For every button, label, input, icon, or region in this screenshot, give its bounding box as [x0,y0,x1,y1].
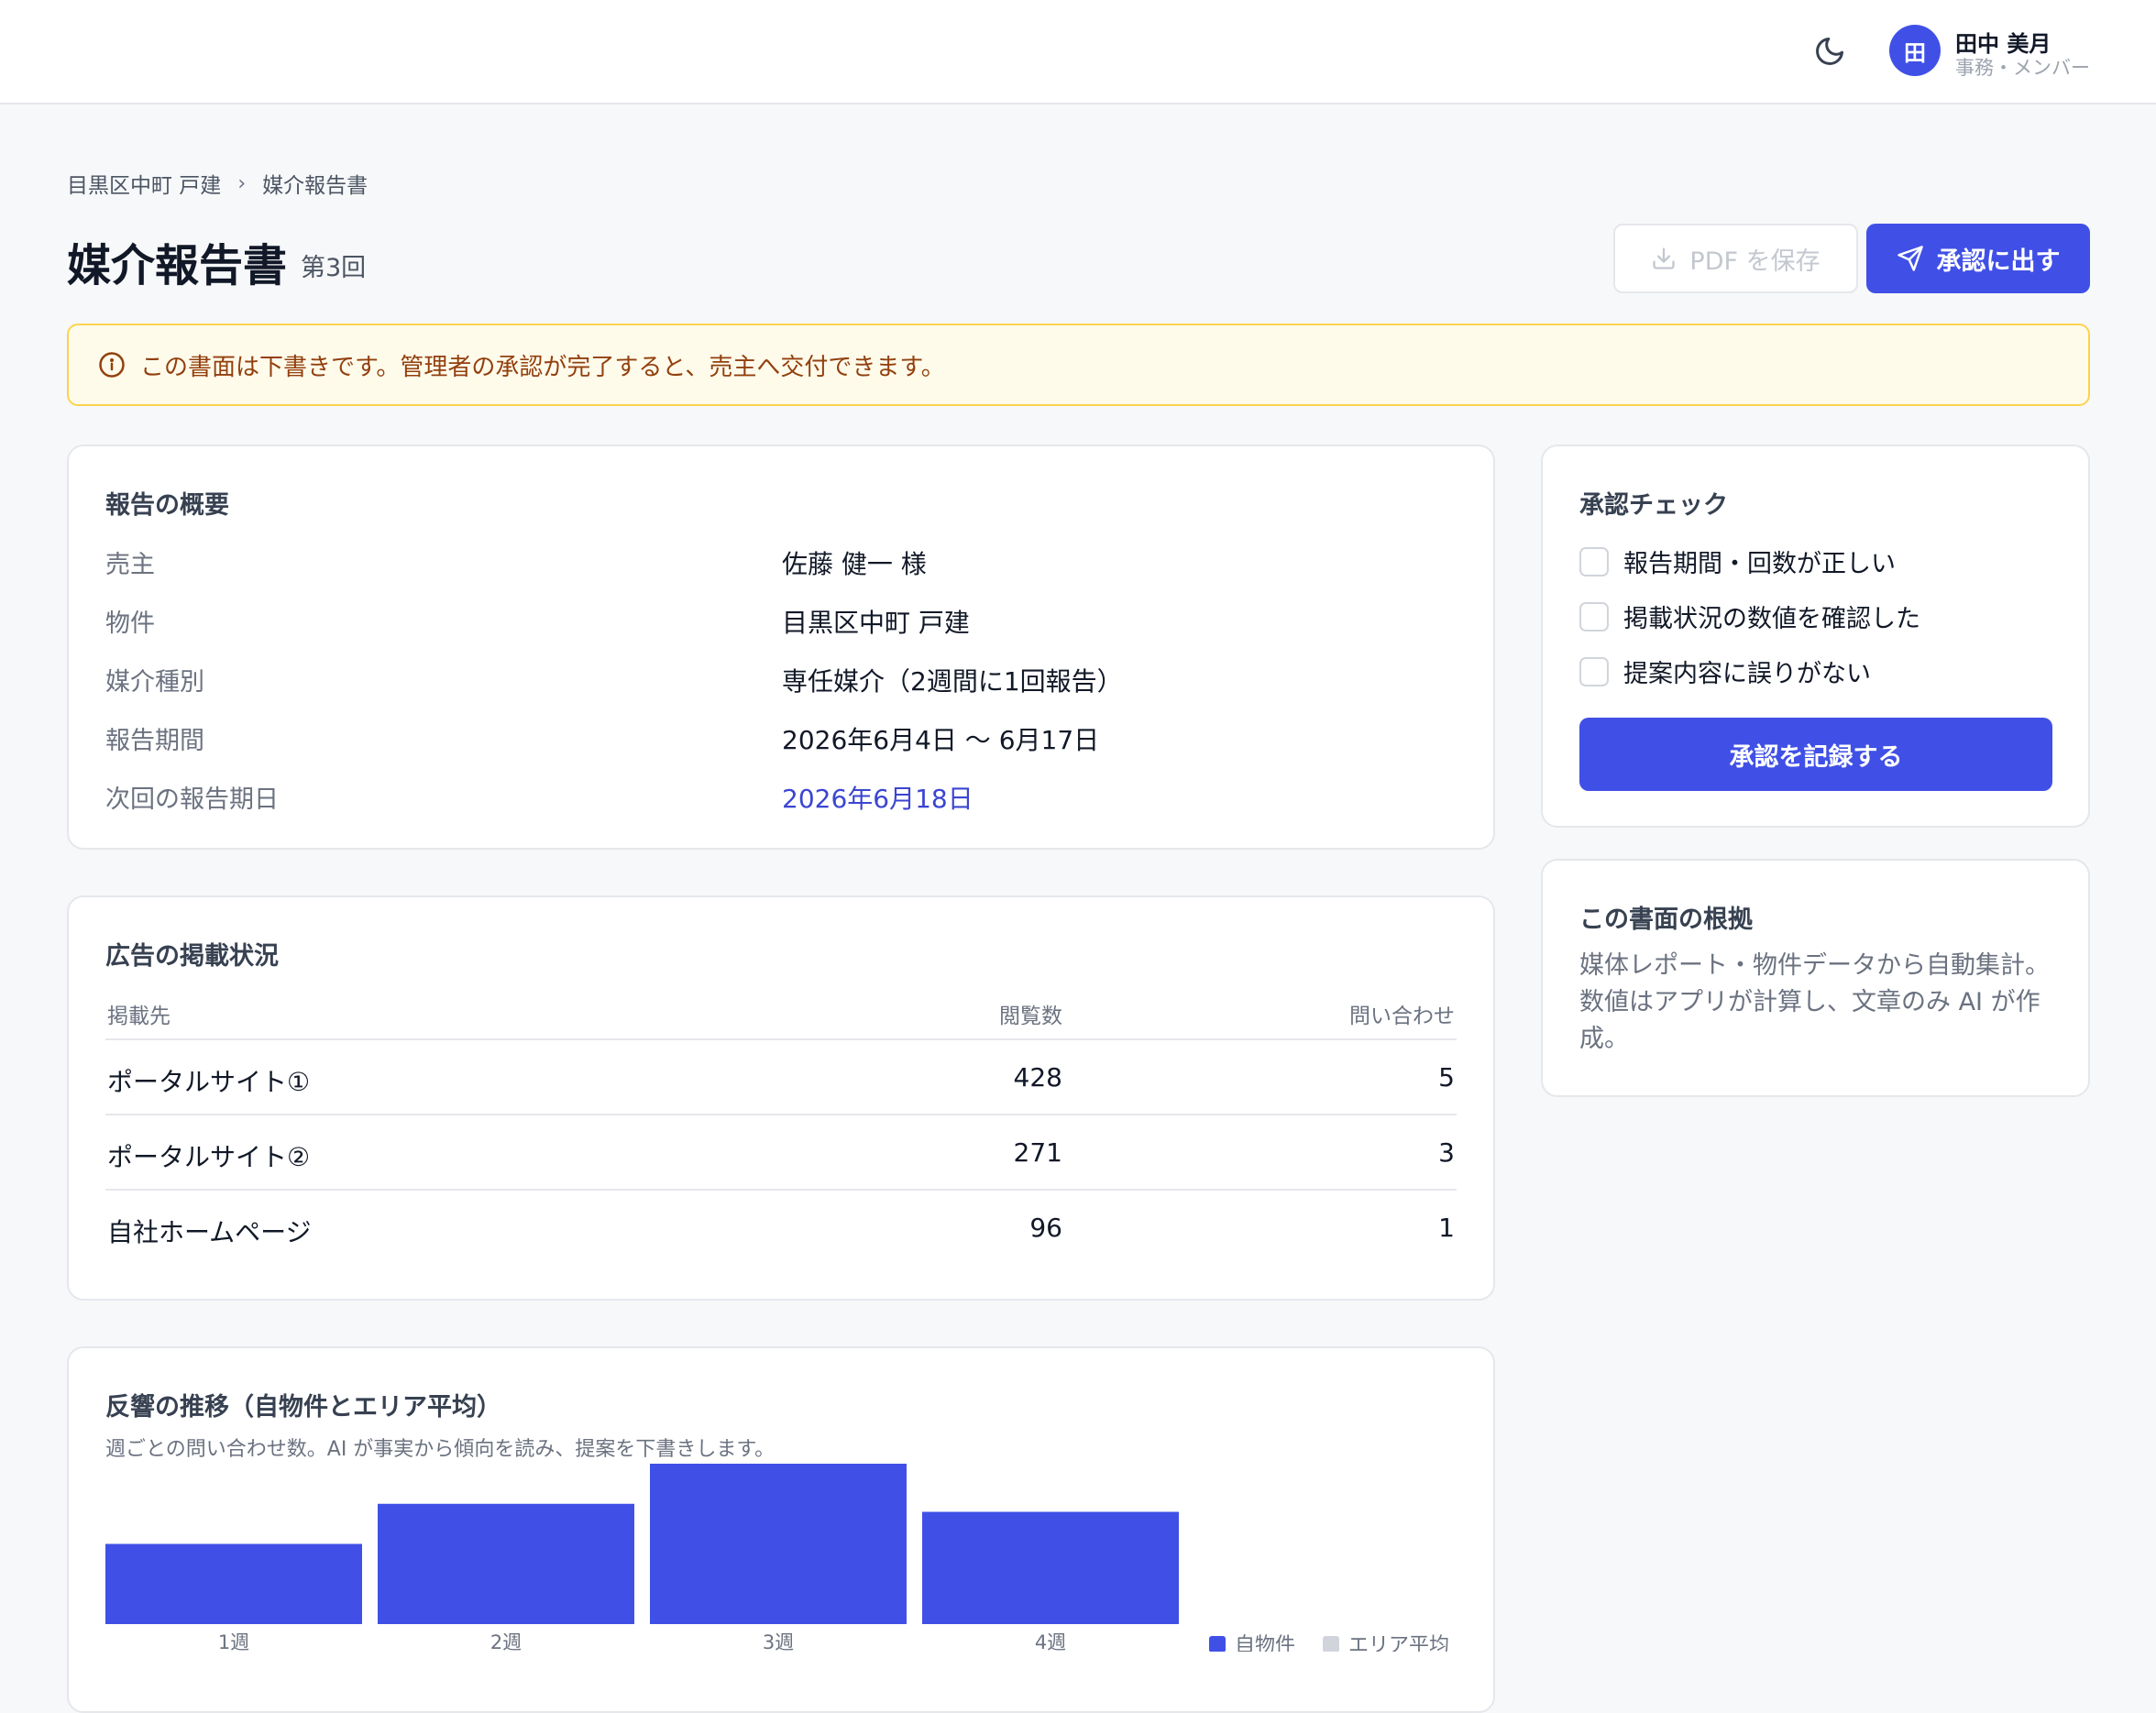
ads-header-views: 閲覧数 [999,1005,1062,1028]
user-role: 事務・メンバー [1955,57,2090,79]
chart-bar [650,1464,907,1624]
summary-label-seller: 売主 [105,551,155,579]
summary-label-contract-type: 媒介種別 [105,668,204,697]
check-label: 報告期間・回数が正しい [1623,550,1896,578]
summary-value-seller: 佐藤 健一 様 [782,549,927,579]
check-item-figures[interactable]: 掲載状況の数値を確認した [1579,598,1920,634]
ads-site: ポータルサイト① [107,1067,311,1097]
record-approval-button[interactable]: 承認を記録する [1579,718,2052,791]
breadcrumb-item-current: 媒介報告書 [262,174,368,198]
summary-label-period: 報告期間 [105,727,204,755]
ads-inquiries: 1 [1438,1213,1455,1243]
checkbox[interactable] [1579,546,1609,576]
chevron-right-icon: › [237,171,247,195]
save-pdf-label: PDF を保存 [1689,247,1820,276]
checkbox[interactable] [1579,601,1609,631]
ads-views: 428 [1013,1062,1062,1093]
summary-value-property: 目黒区中町 戸建 [782,608,970,638]
table-row: 自社ホームページ 96 1 [105,1189,1457,1264]
summary-card: 報告の概要 売主 佐藤 健一 様 物件 目黒区中町 戸建 媒介種別 専任媒介（2… [67,445,1495,850]
submit-approval-button[interactable]: 承認に出す [1866,224,2090,293]
info-icon [99,352,125,378]
ads-site: ポータルサイト② [107,1142,311,1172]
ads-card: 広告の掲載状況 掲載先 閲覧数 問い合わせ ポータルサイト① 428 5 ポータ… [67,895,1495,1301]
x-tick-label: 1週 [218,1631,249,1652]
trend-bar-chart: 1週 2週 3週 4週 自物件 エリア平均 [105,1464,1449,1652]
page-subtitle: 第3回 [301,254,367,282]
summary-value-contract-type: 専任媒介（2週間に1回報告） [782,666,1123,697]
ads-header-inquiries: 問い合わせ [1349,1005,1455,1028]
summary-title: 報告の概要 [105,491,229,520]
x-tick-label: 3週 [763,1631,794,1652]
legend-label: 自物件 [1235,1634,1295,1652]
ads-site: 自社ホームページ [107,1217,312,1247]
summary-value-period: 2026年6月4日 〜 6月17日 [782,725,1100,755]
send-icon [1897,246,1923,271]
check-label: 掲載状況の数値を確認した [1623,605,1920,633]
ads-header-site: 掲載先 [107,1005,170,1028]
summary-label-property: 物件 [105,609,155,638]
page-title: 媒介報告書 [67,240,288,291]
top-bar: 田 田中 美月 事務・メンバー [0,0,2156,104]
basis-card: この書面の根拠 媒体レポート・物件データから自動集計。数値はアプリが計算し、文章… [1541,859,2090,1097]
check-item-proposal[interactable]: 提案内容に誤りがない [1579,653,1871,689]
draft-notice: この書面は下書きです。管理者の承認が完了すると、売主へ交付できます。 [67,324,2090,406]
summary-label-next-date: 次回の報告期日 [105,785,279,814]
download-icon [1653,247,1676,269]
table-row: ポータルサイト② 271 3 [105,1114,1457,1189]
check-label: 提案内容に誤りがない [1623,660,1871,688]
legend-swatch [1209,1636,1226,1652]
chart-bar [105,1543,362,1624]
checkbox[interactable] [1579,656,1609,686]
notice-text: この書面は下書きです。管理者の承認が完了すると、売主へ交付できます。 [140,353,945,381]
submit-approval-label: 承認に出す [1936,247,2061,276]
breadcrumb-item-property[interactable]: 目黒区中町 戸建 [67,168,221,199]
approval-check-card: 承認チェック 報告期間・回数が正しい 掲載状況の数値を確認した 提案内容に誤りが… [1541,445,2090,828]
check-item-period[interactable]: 報告期間・回数が正しい [1579,544,1896,579]
save-pdf-button[interactable]: PDF を保存 [1613,224,1858,293]
breadcrumb: 目黒区中町 戸建 › 媒介報告書 [67,168,368,199]
ads-views: 96 [1029,1213,1062,1243]
x-tick-label: 2週 [490,1631,522,1652]
ads-views: 271 [1013,1137,1062,1168]
table-row: ポータルサイト① 428 5 [105,1038,1457,1114]
basis-text: 媒体レポート・物件データから自動集計。数値はアプリが計算し、文章のみ AI が作… [1579,951,2050,1053]
legend-swatch [1323,1636,1339,1652]
legend-label: エリア平均 [1348,1634,1449,1652]
ads-inquiries: 3 [1438,1137,1455,1168]
moon-icon[interactable] [1813,35,1846,68]
chart-bar [378,1503,634,1624]
ads-inquiries: 5 [1438,1062,1455,1093]
chart-bar [922,1511,1179,1624]
checklist-title: 承認チェック [1579,491,1728,520]
x-tick-label: 4週 [1035,1631,1066,1652]
avatar[interactable]: 田 [1889,25,1941,76]
ads-title: 広告の掲載状況 [105,942,279,971]
trend-chart-card: 反響の推移（自物件とエリア平均） 週ごとの問い合わせ数。AI が事実から傾向を読… [67,1346,1495,1713]
basis-title: この書面の根拠 [1579,906,1753,934]
summary-value-next-date[interactable]: 2026年6月18日 [782,779,974,816]
